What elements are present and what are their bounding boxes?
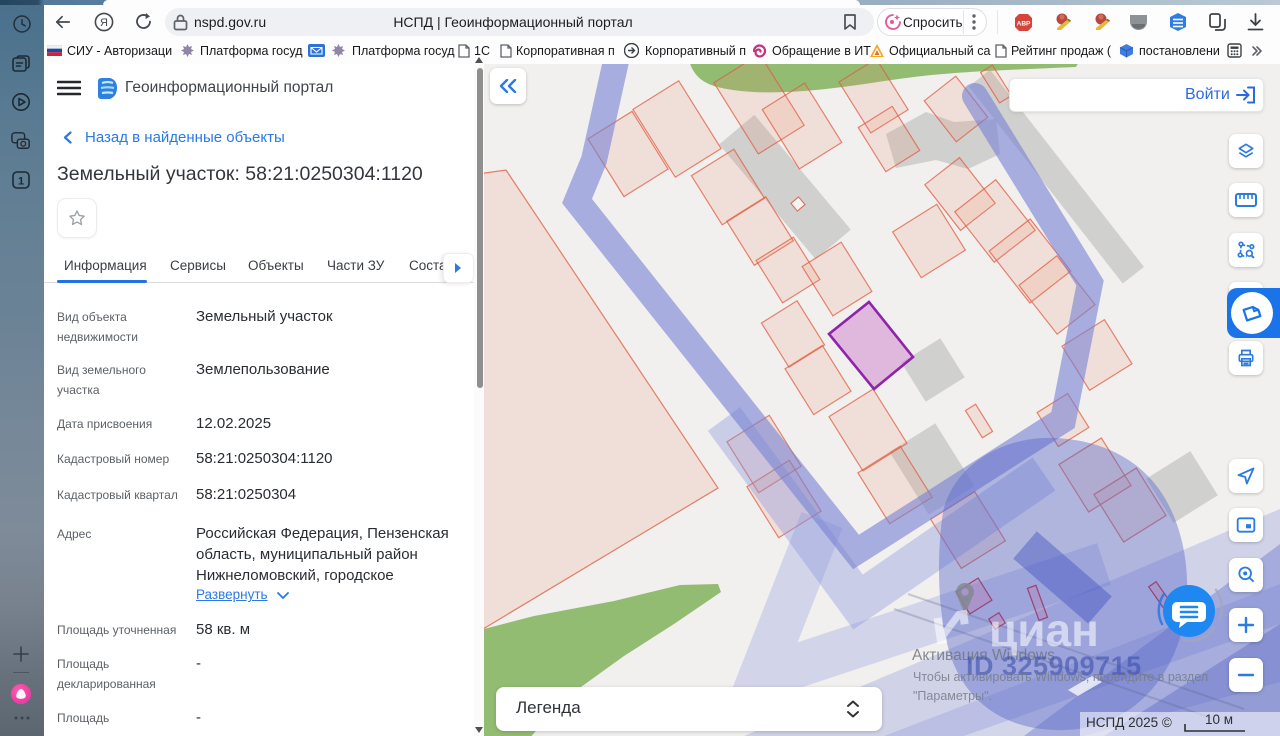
svg-text:Я: Я	[100, 17, 108, 29]
svg-text:ABP: ABP	[1017, 21, 1031, 28]
svg-text:1: 1	[18, 176, 24, 188]
